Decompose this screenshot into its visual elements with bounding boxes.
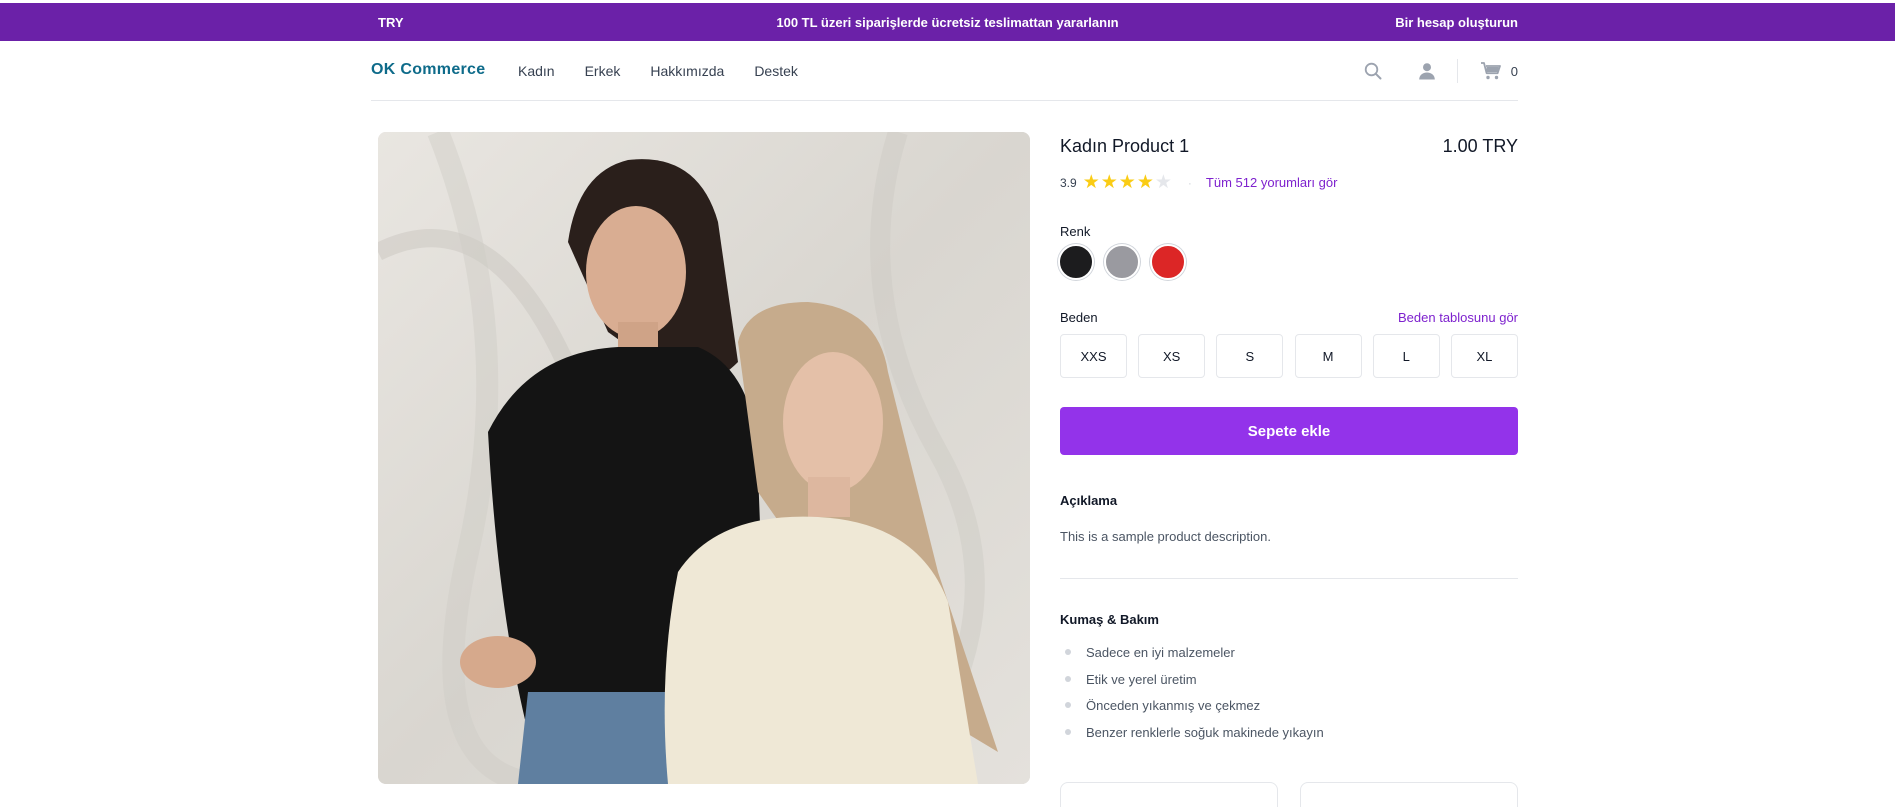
all-reviews-link[interactable]: Tüm 512 yorumları gör: [1206, 175, 1338, 190]
color-swatch-red[interactable]: [1150, 244, 1186, 280]
fabric-care-list: Sadece en iyi malzemeler Etik ve yerel ü…: [1060, 645, 1324, 751]
product-price: 1.00 TRY: [1442, 136, 1518, 156]
list-item: Etik ve yerel üretim: [1060, 672, 1324, 699]
nav-item-destek[interactable]: Destek: [754, 63, 798, 79]
rating-value: 3.9: [1060, 175, 1077, 190]
section-divider: [1060, 578, 1518, 579]
nav-item-hakkimizda[interactable]: Hakkımızda: [650, 63, 724, 79]
main-nav: Kadın Erkek Hakkımızda Destek: [518, 63, 798, 79]
size-guide-link[interactable]: Beden tablosunu gör: [1398, 310, 1518, 325]
add-to-cart-button[interactable]: Sepete ekle: [1060, 407, 1518, 455]
color-swatch-black[interactable]: [1058, 244, 1094, 280]
nav-item-kadin[interactable]: Kadın: [518, 63, 555, 79]
color-label: Renk: [1060, 224, 1091, 239]
fabric-care-heading: Kumaş & Bakım: [1060, 612, 1159, 627]
size-option-xxs[interactable]: XXS: [1060, 334, 1127, 378]
search-icon[interactable]: [1361, 59, 1385, 83]
size-option-xs[interactable]: XS: [1138, 334, 1206, 378]
header-divider: [1456, 59, 1458, 83]
star-empty-icon: ★: [1154, 172, 1172, 193]
promo-message: 100 TL üzeri siparişlerde ücretsiz tesli…: [776, 15, 1119, 30]
rating-stars: ★ ★ ★ ★ ★: [1083, 173, 1172, 192]
size-label: Beden: [1060, 310, 1098, 325]
size-option-s[interactable]: S: [1216, 334, 1284, 378]
info-card: [1300, 782, 1518, 807]
star-icon: ★: [1136, 172, 1154, 193]
cart-button[interactable]: 0: [1480, 61, 1518, 81]
star-icon: ★: [1118, 172, 1136, 193]
size-option-xl[interactable]: XL: [1450, 334, 1518, 378]
promo-bar: TRY 100 TL üzeri siparişlerde ücretsiz t…: [0, 3, 1895, 41]
user-icon[interactable]: [1415, 59, 1439, 83]
description-text: This is a sample product description.: [1060, 529, 1271, 544]
nav-item-erkek[interactable]: Erkek: [585, 63, 621, 79]
list-item: Sadece en iyi malzemeler: [1060, 645, 1324, 672]
description-heading: Açıklama: [1060, 493, 1118, 508]
rating-row: 3.9 ★ ★ ★ ★ ★ · Tüm 512 yorumları gör: [1060, 173, 1337, 192]
star-icon: ★: [1100, 172, 1118, 193]
color-swatch-gray[interactable]: [1104, 244, 1140, 280]
list-item: Benzer renklerle soğuk makinede yıkayın: [1060, 725, 1324, 752]
create-account-link[interactable]: Bir hesap oluşturun: [1395, 15, 1518, 30]
size-option-m[interactable]: M: [1294, 334, 1362, 378]
cart-icon: [1480, 62, 1501, 80]
site-header: OK Commerce Kadın Erkek Hakkımızda Deste…: [371, 41, 1518, 101]
star-icon: ★: [1082, 172, 1100, 193]
separator-dot: ·: [1187, 175, 1192, 190]
header-actions: 0: [1361, 59, 1518, 83]
cart-count: 0: [1510, 63, 1518, 79]
info-cards: [1060, 782, 1518, 807]
color-options: [1058, 244, 1186, 280]
product-image[interactable]: [378, 132, 1030, 784]
size-option-l[interactable]: L: [1372, 334, 1440, 378]
site-logo[interactable]: OK Commerce: [371, 61, 485, 79]
info-card: [1060, 782, 1278, 807]
list-item: Önceden yıkanmış ve çekmez: [1060, 698, 1324, 725]
size-options: XXS XS S M L XL: [1060, 334, 1518, 378]
product-title: Kadın Product 1: [1060, 136, 1190, 156]
